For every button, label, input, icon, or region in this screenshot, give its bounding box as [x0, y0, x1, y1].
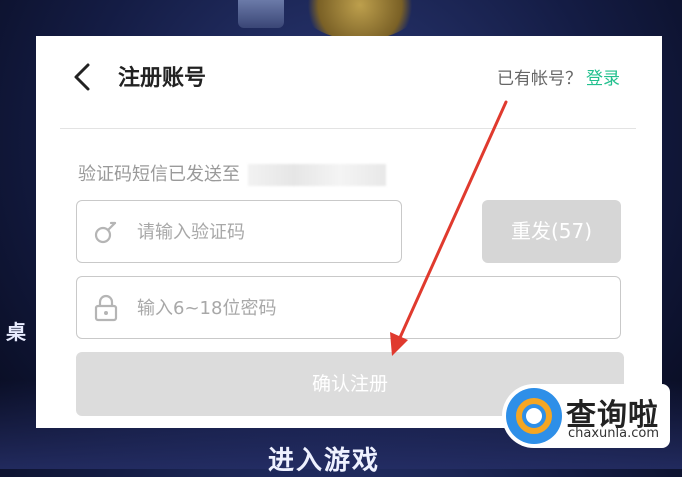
sms-notice: 验证码短信已发送至 — [78, 160, 386, 186]
background-side-text: 桌 — [6, 320, 26, 344]
password-field[interactable] — [76, 276, 621, 340]
password-input[interactable] — [135, 277, 520, 340]
sms-notice-text: 验证码短信已发送至 — [78, 164, 240, 185]
page-title: 注册账号 — [118, 66, 207, 91]
verification-code-input[interactable] — [135, 201, 366, 264]
watermark-domain: chaxunla.com — [568, 426, 659, 441]
dialog-header: 注册账号 已有帐号？ 登录 — [36, 36, 662, 130]
enter-game-text: 进入游戏 — [268, 446, 381, 476]
lock-icon — [94, 294, 118, 322]
masked-phone-number — [248, 164, 386, 186]
back-arrow-icon[interactable] — [68, 60, 98, 94]
watermark-logo-icon — [506, 388, 562, 444]
watermark-badge: 查询啦 chaxunla.com — [502, 384, 670, 448]
login-hint: 已有帐号？ 登录 — [497, 64, 620, 89]
login-link[interactable]: 登录 — [586, 69, 620, 89]
verification-code-field[interactable] — [76, 200, 402, 264]
key-icon — [94, 221, 117, 244]
header-divider — [60, 128, 636, 129]
resend-button[interactable]: 重发(57) — [482, 200, 621, 263]
login-hint-text: 已有帐号？ — [497, 69, 582, 89]
background-lantern — [238, 0, 284, 28]
register-dialog: 注册账号 已有帐号？登录 验证码短信已发送至 重发(57) 确认注册 — [36, 36, 662, 428]
background-moon — [300, 0, 420, 40]
